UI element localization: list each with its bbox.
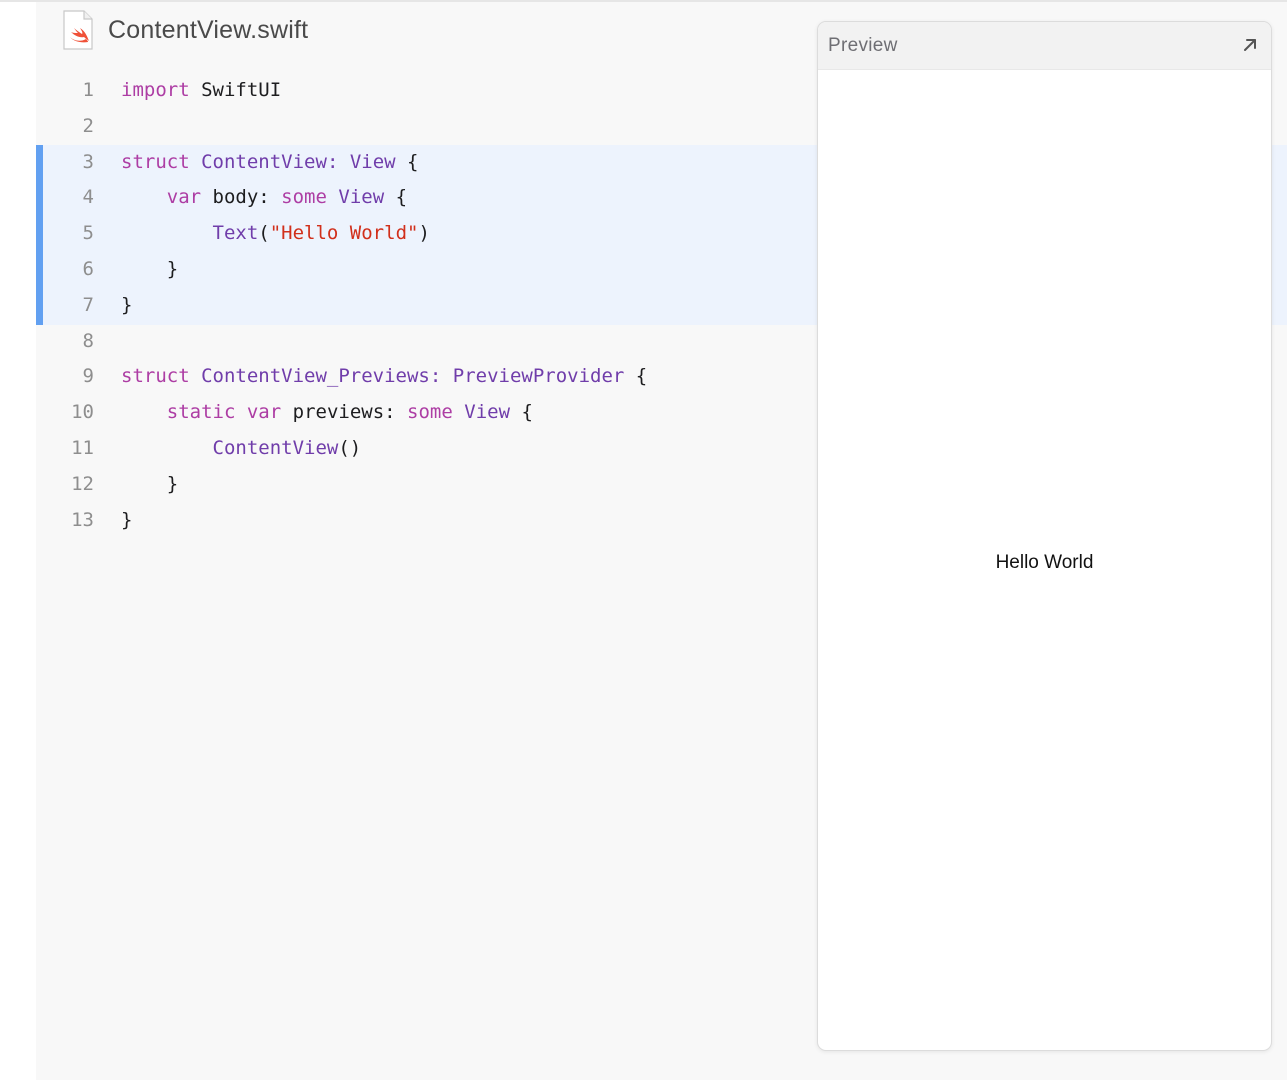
code-token-keyword: struct	[121, 150, 190, 173]
line-code: struct ContentView: View {	[121, 145, 418, 181]
tutorial-page: ContentView.swift 1 import SwiftUI 2 3 struc…	[0, 0, 1287, 1080]
code-token-type: View	[464, 401, 511, 424]
line-number: 13	[71, 508, 94, 531]
code-line: 2	[0, 109, 800, 145]
line-code: }	[121, 467, 178, 503]
line-number: 11	[71, 436, 94, 459]
code-token-type: :	[429, 365, 453, 388]
preview-panel: Preview Hello World	[817, 21, 1272, 1051]
code-token-plain: )	[418, 222, 430, 245]
code-token-keyword: var	[246, 401, 282, 424]
preview-hello-text: Hello World	[995, 552, 1094, 573]
code-listing: 1 import SwiftUI 2 3 struct ContentView: Vie…	[0, 73, 800, 538]
code-line: 10 static var previews: some View {	[0, 395, 800, 431]
code-token-keyword: some	[281, 186, 327, 209]
code-token-type: ContentView	[212, 436, 339, 459]
expand-arrow-icon[interactable]	[1239, 34, 1261, 56]
code-token-type: ContentView	[201, 150, 327, 173]
code-token-keyword: static	[166, 401, 236, 424]
code-token-plain: }	[121, 257, 179, 280]
code-token-type: View	[338, 186, 385, 209]
code-token-plain: {	[395, 150, 419, 173]
code-token-type: PreviewProvider	[452, 365, 625, 388]
line-number: 10	[71, 401, 94, 424]
code-line: 5 Text("Hello World")	[0, 216, 800, 252]
line-number: 12	[71, 472, 94, 495]
preview-title: Preview	[828, 35, 898, 56]
code-line: 8	[0, 324, 800, 360]
line-number: 2	[82, 114, 94, 137]
file-header: ContentView.swift	[62, 8, 308, 52]
code-token-plain: (	[258, 222, 270, 245]
code-line: 1 import SwiftUI	[0, 73, 800, 109]
code-line: 9 struct ContentView_Previews: PreviewPro…	[0, 359, 800, 395]
code-token-plain: body:	[201, 186, 282, 209]
code-line: 11 ContentView()	[0, 431, 800, 467]
code-token-type: View	[349, 150, 396, 173]
line-number: 4	[82, 186, 94, 209]
swift-file-icon	[63, 10, 93, 50]
line-code: }	[121, 252, 178, 288]
code-line: 13}	[0, 503, 800, 539]
code-token-plain: SwiftUI	[189, 79, 282, 101]
code-token-keyword: import	[121, 79, 190, 101]
code-token-type: ContentView_Previews	[201, 365, 430, 388]
code-token-type: :	[326, 150, 350, 173]
line-number: 7	[82, 293, 94, 316]
line-number: 3	[82, 150, 94, 173]
code-token-plain: {	[624, 365, 648, 388]
line-number: 6	[82, 257, 94, 280]
code-token-plain: {	[510, 401, 533, 424]
code-line: 3 struct ContentView: View {	[0, 145, 800, 181]
line-code: Text("Hello World")	[121, 216, 430, 252]
line-code: import SwiftUI	[121, 73, 281, 109]
line-number: 8	[82, 329, 94, 352]
code-token-plain: }	[121, 293, 133, 316]
file-name: ContentView.swift	[108, 15, 309, 44]
line-code: }	[121, 503, 132, 539]
line-number: 1	[82, 79, 94, 101]
line-code: var body: some View {	[121, 180, 407, 216]
preview-header: Preview	[818, 22, 1271, 70]
line-number: 9	[82, 365, 94, 388]
code-token-plain: }	[121, 508, 133, 531]
code-line: 7}	[0, 288, 800, 324]
line-code: }	[121, 288, 132, 324]
code-token-plain: {	[384, 186, 408, 209]
code-line: 12 }	[0, 467, 800, 503]
line-code: struct ContentView_Previews: PreviewProv…	[121, 359, 647, 395]
code-token-keyword: some	[407, 401, 453, 424]
code-token-keyword: var	[166, 186, 202, 209]
code-line: 6 }	[0, 252, 800, 288]
code-token-plain: }	[121, 472, 179, 495]
code-token-plain: previews:	[281, 401, 408, 424]
code-token-keyword: struct	[121, 365, 190, 388]
line-code: static var previews: some View {	[121, 395, 533, 431]
code-token-string: "Hello World"	[269, 222, 419, 245]
line-number: 5	[82, 222, 94, 245]
code-token-type: Text	[212, 222, 259, 245]
code-token-plain: ()	[338, 436, 362, 459]
code-line: 4 var body: some View {	[0, 180, 800, 216]
line-code: ContentView()	[121, 431, 362, 467]
